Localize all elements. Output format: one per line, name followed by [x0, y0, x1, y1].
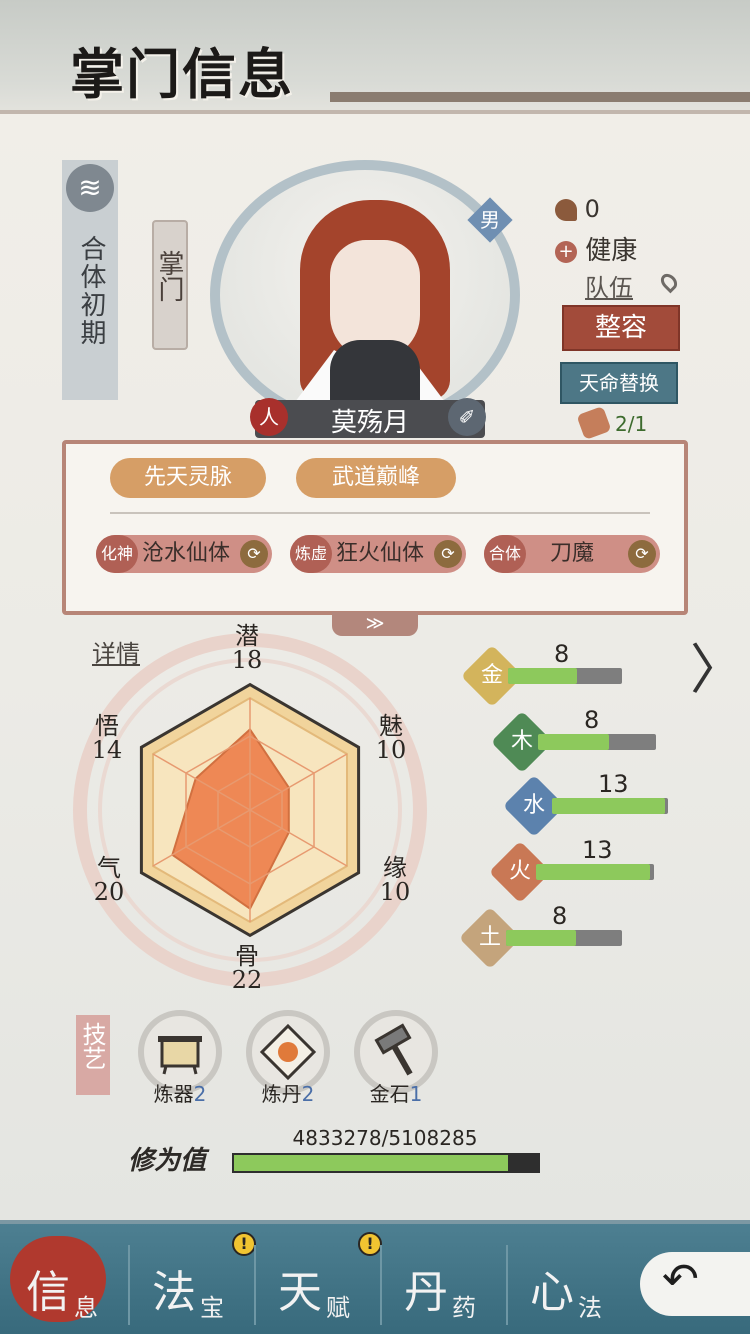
- heart-plus-icon: +: [555, 240, 577, 263]
- nav-tab-big-label: 心: [530, 1267, 574, 1318]
- skill-label: 炼器2: [153, 1082, 207, 1106]
- fame-icon: [555, 199, 577, 221]
- team-link[interactable]: 队伍: [585, 268, 633, 303]
- attr-label-qi: 气 20: [93, 854, 125, 906]
- element-value: 8: [554, 640, 570, 668]
- swap-icon[interactable]: ⟳: [240, 540, 268, 568]
- nav-separator: [380, 1245, 382, 1325]
- body-tag[interactable]: 炼虚 狂火仙体 ⟳: [290, 535, 466, 573]
- element-fill: [538, 734, 609, 750]
- attr-label-wu: 悟 14: [91, 712, 123, 764]
- skill-label: 金石1: [369, 1082, 423, 1106]
- skill-heading: 技艺: [78, 1022, 106, 1070]
- next-page-arrow-icon[interactable]: 〉: [690, 640, 744, 700]
- element-fill: [552, 798, 665, 814]
- cultivation-label: 修为值: [128, 1146, 207, 1176]
- element-fill: [536, 864, 650, 880]
- role-label: 掌门: [154, 250, 184, 302]
- attr-label-mei: 魅 10: [375, 712, 407, 764]
- scroll-count: 2/1: [615, 412, 648, 436]
- body-tag-label: 刀魔: [550, 541, 595, 566]
- nav-tab[interactable]: 丹药: [382, 1238, 508, 1334]
- attr-label-yuan: 缘 10: [379, 854, 411, 906]
- nav-tab[interactable]: 心法: [508, 1238, 634, 1334]
- health-value: 健康: [585, 236, 638, 266]
- body-tag-prefix: 合体: [484, 535, 526, 573]
- swap-icon[interactable]: ⟳: [434, 540, 462, 568]
- swap-icon[interactable]: ⟳: [628, 540, 656, 568]
- trait-tag[interactable]: 先天灵脉: [110, 458, 266, 498]
- fame-value: 0: [584, 195, 600, 223]
- nav-tab-big-label: 天: [278, 1267, 322, 1318]
- element-fill: [508, 668, 577, 684]
- attr-label-qian: 潜 18: [231, 622, 263, 674]
- element-value: 8: [584, 706, 600, 734]
- nav-tab-big-label: 法: [152, 1267, 196, 1318]
- gender-label: 男: [480, 208, 500, 232]
- body-tag-label: 沧水仙体: [142, 541, 231, 566]
- trait-tag[interactable]: 武道巅峰: [296, 458, 456, 498]
- face-change-button[interactable]: 整容: [562, 305, 680, 351]
- nav-separator: [128, 1245, 130, 1325]
- nav-separator: [506, 1245, 508, 1325]
- body-tag-prefix: 化神: [96, 535, 138, 573]
- person-icon: 人: [250, 398, 288, 436]
- element-value: 8: [552, 902, 568, 930]
- cultivation-progress-fill: [234, 1155, 508, 1171]
- cloud-icon: ≋: [66, 164, 114, 212]
- nav-tab-big-label: 信: [26, 1267, 70, 1318]
- element-value: 13: [598, 770, 629, 798]
- top-rail: [330, 92, 750, 102]
- body-tag-label: 狂火仙体: [336, 541, 425, 566]
- nav-tab-small-label: 法: [578, 1294, 602, 1322]
- attr-label-gu: 骨 22: [231, 942, 263, 994]
- element-char: 水: [522, 793, 545, 818]
- back-arrow-icon[interactable]: ↶: [662, 1254, 699, 1305]
- talent-divider: [110, 512, 650, 514]
- page-title: 掌门信息: [70, 42, 294, 106]
- rename-icon[interactable]: ✐: [448, 398, 486, 436]
- element-fill: [506, 930, 576, 946]
- health-stat: + 健康: [555, 230, 637, 267]
- cultivation-value: 4833278/5108285: [292, 1126, 478, 1150]
- nav-tab-small-label: 赋: [326, 1294, 350, 1322]
- nav-separator: [254, 1245, 256, 1325]
- alert-badge-icon: !: [232, 1232, 256, 1256]
- nav-tab[interactable]: 信息: [4, 1238, 130, 1334]
- nav-tab-small-label: 息: [74, 1294, 98, 1322]
- alert-badge-icon: !: [358, 1232, 382, 1256]
- body-tag-prefix: 炼虚: [290, 535, 332, 573]
- element-value: 13: [582, 836, 613, 864]
- skill-label: 炼丹2: [261, 1082, 315, 1106]
- body-tag[interactable]: 化神 沧水仙体 ⟳: [96, 535, 272, 573]
- nav-tab-small-label: 宝: [200, 1294, 224, 1322]
- realm-label: 合体初期: [76, 235, 106, 347]
- fame-stat: 0: [555, 195, 600, 223]
- body-tag[interactable]: 合体 刀魔 ⟳: [484, 535, 660, 573]
- destiny-replace-button[interactable]: 天命替换: [560, 362, 678, 404]
- nav-tab-small-label: 药: [452, 1294, 476, 1322]
- nav-tab-big-label: 丹: [404, 1267, 448, 1318]
